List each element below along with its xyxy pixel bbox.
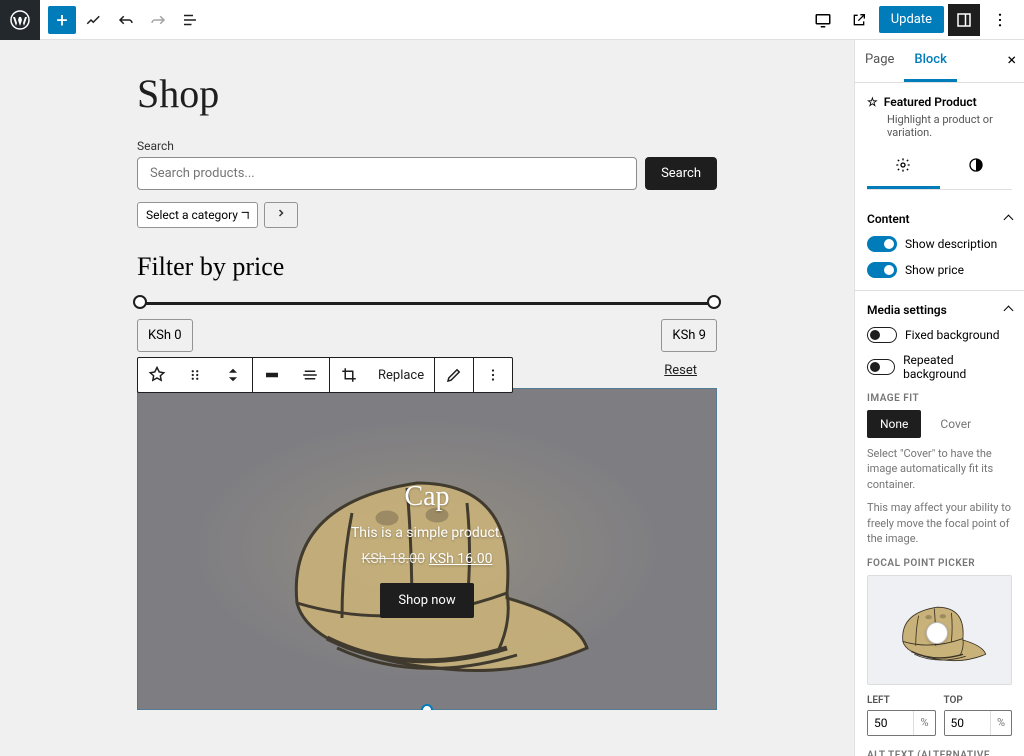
left-coord-label: LEFT xyxy=(867,695,936,706)
star-icon: ☆ xyxy=(867,95,878,109)
update-button[interactable]: Update xyxy=(879,6,944,33)
align-center-icon[interactable] xyxy=(291,358,329,392)
slider-handle-min[interactable] xyxy=(133,295,147,309)
search-button[interactable]: Search xyxy=(645,157,717,190)
styles-tab-icon[interactable] xyxy=(940,147,1013,189)
settings-sidebar-icon[interactable] xyxy=(948,4,980,36)
fit-help-1: Select "Cover" to have the image automat… xyxy=(867,446,1012,492)
chevron-up-icon xyxy=(1005,212,1012,226)
featured-price: KSh 18.00KSh 16.00 xyxy=(351,551,503,567)
alt-text-label: ALT TEXT (ALTERNATIVE TEXT) xyxy=(867,750,1012,756)
drag-handle-icon[interactable] xyxy=(176,358,214,392)
show-price-toggle[interactable] xyxy=(867,262,897,278)
block-description: Highlight a product or variation. xyxy=(867,113,1012,139)
move-updown-icon[interactable] xyxy=(214,358,252,392)
edit-mode-icon[interactable] xyxy=(80,6,108,34)
featured-title: Cap xyxy=(351,481,503,513)
block-more-options-icon[interactable] xyxy=(474,358,512,392)
left-coord-input[interactable] xyxy=(868,711,913,735)
wordpress-logo[interactable] xyxy=(0,0,40,40)
repeated-background-toggle[interactable] xyxy=(867,359,895,375)
resize-handle[interactable] xyxy=(421,704,433,710)
block-name: Featured Product xyxy=(884,95,977,109)
image-fit-cover[interactable]: Cover xyxy=(927,410,984,438)
crop-icon[interactable] xyxy=(330,358,368,392)
show-description-toggle[interactable] xyxy=(867,236,897,252)
slider-handle-max[interactable] xyxy=(707,295,721,309)
tab-block[interactable]: Block xyxy=(904,40,956,82)
redo-icon[interactable] xyxy=(144,6,172,34)
undo-icon[interactable] xyxy=(112,6,140,34)
page-title: Shop xyxy=(137,70,717,117)
chevron-up-icon xyxy=(1005,303,1012,317)
block-toolbar: Replace xyxy=(137,357,513,393)
add-block-button[interactable]: + xyxy=(48,6,76,34)
category-go-button[interactable] xyxy=(264,202,298,228)
search-input[interactable] xyxy=(137,157,637,190)
price-min-box: KSh 0 xyxy=(137,319,193,352)
chevron-down-icon xyxy=(238,208,253,223)
image-fit-label: IMAGE FIT xyxy=(867,393,1012,404)
more-options-icon[interactable] xyxy=(984,4,1016,36)
document-overview-icon[interactable] xyxy=(176,6,204,34)
media-settings-panel-header[interactable]: Media settings xyxy=(867,303,1012,317)
settings-tab-icon[interactable] xyxy=(867,147,940,189)
focal-point-picker[interactable] xyxy=(867,575,1012,685)
featured-product-block[interactable]: Cap This is a simple product. KSh 18.00K… xyxy=(137,388,717,710)
fixed-background-label: Fixed background xyxy=(905,328,1000,342)
featured-description: This is a simple product. xyxy=(351,525,503,541)
price-slider[interactable] xyxy=(140,302,714,305)
price-new: KSh 16.00 xyxy=(429,551,492,567)
percent-unit: % xyxy=(990,711,1011,735)
fixed-background-toggle[interactable] xyxy=(867,327,897,343)
focal-point-handle[interactable] xyxy=(926,622,948,644)
category-select[interactable]: Select a category xyxy=(137,202,258,228)
content-panel-header[interactable]: Content xyxy=(867,212,1012,226)
replace-button[interactable]: Replace xyxy=(368,358,434,392)
block-type-icon[interactable] xyxy=(138,358,176,392)
fit-help-2: This may affect your ability to freely m… xyxy=(867,500,1012,546)
show-price-label: Show price xyxy=(905,263,964,277)
price-max-box: KSh 9 xyxy=(661,319,717,352)
align-full-icon[interactable] xyxy=(253,358,291,392)
view-desktop-icon[interactable] xyxy=(807,4,839,36)
search-label: Search xyxy=(137,139,717,153)
reset-link[interactable]: Reset xyxy=(664,363,697,378)
focal-point-label: FOCAL POINT PICKER xyxy=(867,558,1012,569)
top-coord-input[interactable] xyxy=(945,711,990,735)
top-coord-label: TOP xyxy=(944,695,1013,706)
repeated-background-label: Repeated background xyxy=(903,353,1012,381)
edit-product-icon[interactable] xyxy=(435,358,473,392)
settings-sidebar: Page Block × ☆ Featured Product Highlight… xyxy=(854,40,1024,756)
close-icon[interactable]: × xyxy=(1007,50,1016,69)
shop-now-button[interactable]: Shop now xyxy=(380,583,473,618)
external-link-icon[interactable] xyxy=(843,4,875,36)
percent-unit: % xyxy=(913,711,934,735)
tab-page[interactable]: Page xyxy=(855,40,904,82)
image-fit-none[interactable]: None xyxy=(867,410,921,438)
filter-price-title: Filter by price xyxy=(137,252,717,282)
price-old: KSh 18.00 xyxy=(362,551,425,567)
show-description-label: Show description xyxy=(905,237,997,251)
category-select-label: Select a category xyxy=(146,208,238,222)
